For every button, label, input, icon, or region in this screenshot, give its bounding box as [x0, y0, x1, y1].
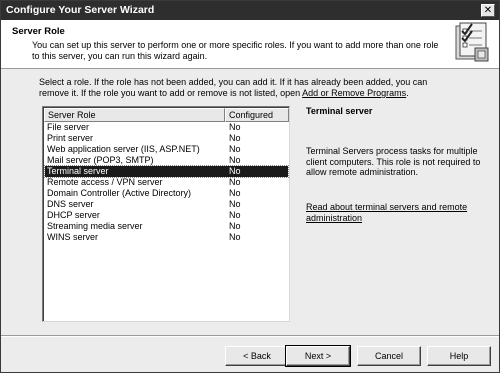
instructions-suffix: . — [406, 88, 409, 98]
list-item[interactable]: Streaming media server No — [45, 221, 288, 232]
wizard-header: Server Role You can set up this server t… — [1, 20, 499, 69]
role-name: Remote access / VPN server — [47, 177, 163, 187]
role-configured-status: No — [229, 210, 241, 220]
wizard-window: Configure Your Server Wizard ✕ Server Ro… — [0, 0, 500, 373]
list-item[interactable]: Remote access / VPN server No — [45, 177, 288, 188]
list-item[interactable]: DNS server No — [45, 199, 288, 210]
add-remove-programs-link[interactable]: Add or Remove Programs — [302, 88, 406, 98]
role-name: Mail server (POP3, SMTP) — [47, 155, 154, 165]
role-configured-status: No — [229, 199, 241, 209]
role-name: File server — [47, 122, 90, 132]
list-item[interactable]: WINS server No — [45, 232, 288, 243]
role-details-title: Terminal server — [306, 106, 373, 116]
role-configured-status: No — [229, 155, 241, 165]
page-description: You can set up this server to perform on… — [32, 40, 439, 61]
cancel-button[interactable]: Cancel — [357, 346, 421, 366]
title-bar: Configure Your Server Wizard ✕ — [1, 1, 499, 20]
role-name: Print server — [47, 133, 94, 143]
role-name: Web application server (IIS, ASP.NET) — [47, 144, 200, 154]
list-item[interactable]: File server No — [45, 122, 288, 133]
close-button[interactable]: ✕ — [481, 4, 495, 17]
list-header: Server Role Configured — [44, 108, 289, 122]
role-configured-status: No — [229, 232, 241, 242]
role-details-description: Terminal Servers process tasks for multi… — [306, 146, 481, 177]
column-header-server-role[interactable]: Server Role — [44, 108, 225, 122]
role-name: Domain Controller (Active Directory) — [47, 188, 192, 198]
role-configured-status: No — [229, 166, 241, 176]
column-header-configured[interactable]: Configured — [225, 108, 289, 122]
wizard-checklist-icon — [455, 22, 489, 62]
help-button[interactable]: Help — [427, 346, 491, 366]
role-name: Streaming media server — [47, 221, 143, 231]
list-item[interactable]: Print server No — [45, 133, 288, 144]
back-button[interactable]: < Back — [225, 346, 289, 366]
list-item[interactable]: DHCP server No — [45, 210, 288, 221]
instructions-text: Select a role. If the role has not been … — [39, 77, 459, 99]
role-configured-status: No — [229, 221, 241, 231]
list-item[interactable]: Mail server (POP3, SMTP) No — [45, 155, 288, 166]
role-name: Terminal server — [47, 166, 109, 176]
role-configured-status: No — [229, 122, 241, 132]
page-title: Server Role — [12, 26, 65, 37]
role-configured-status: No — [229, 144, 241, 154]
read-about-terminal-servers-link[interactable]: Read about terminal servers and remote a… — [306, 202, 481, 223]
role-name: WINS server — [47, 232, 99, 242]
list-item[interactable]: Web application server (IIS, ASP.NET) No — [45, 144, 288, 155]
window-title: Configure Your Server Wizard — [6, 4, 155, 16]
role-name: DHCP server — [47, 210, 100, 220]
server-role-list[interactable]: Server Role Configured File server No Prin… — [42, 106, 290, 322]
role-configured-status: No — [229, 177, 241, 187]
role-configured-status: No — [229, 188, 241, 198]
next-button[interactable]: Next > — [285, 345, 351, 367]
list-item[interactable]: Terminal server No — [44, 165, 289, 178]
role-configured-status: No — [229, 133, 241, 143]
button-separator — [1, 335, 499, 337]
list-body: File server No Print server No Web applicati… — [44, 122, 289, 243]
close-icon: ✕ — [483, 5, 493, 16]
list-item[interactable]: Domain Controller (Active Directory) No — [45, 188, 288, 199]
role-name: DNS server — [47, 199, 94, 209]
